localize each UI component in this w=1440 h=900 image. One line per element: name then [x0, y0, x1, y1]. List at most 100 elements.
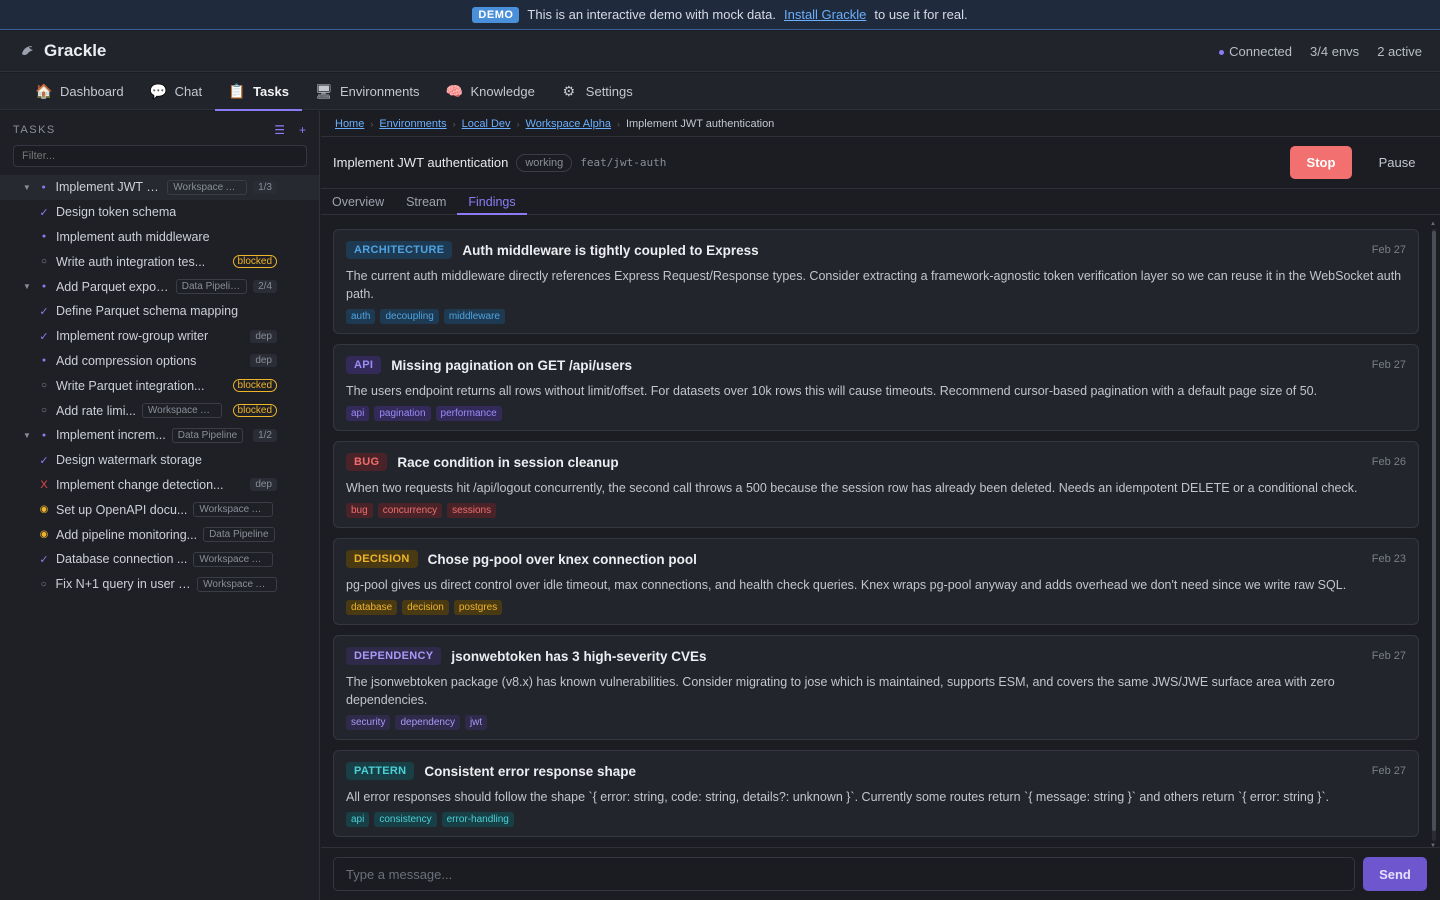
breadcrumb-link-home[interactable]: Home: [335, 118, 364, 130]
finding-tag[interactable]: pagination: [374, 406, 431, 421]
in-progress-dot-icon: ●: [41, 233, 47, 241]
subtask-count: 1/3: [253, 180, 277, 194]
finding-card[interactable]: BUG Race condition in session cleanup Feb …: [333, 441, 1419, 528]
chevron-down-icon[interactable]: ▼: [22, 282, 32, 291]
task-tree-item[interactable]: ✓ Design token schema: [0, 200, 319, 225]
tab-tasks[interactable]: 📋 Tasks: [215, 73, 302, 111]
monitor-icon: 🖥: [314, 83, 333, 99]
task-tree-item[interactable]: ✓ Design watermark storage: [0, 448, 319, 473]
finding-card[interactable]: DECISION Chose pg-pool over knex connecti…: [333, 538, 1419, 625]
dependency-badge: dep: [250, 329, 277, 343]
task-label: Design token schema: [56, 205, 177, 220]
pause-button[interactable]: Pause: [1366, 146, 1428, 179]
finding-tag[interactable]: concurrency: [377, 503, 443, 518]
chevron-down-icon[interactable]: ▼: [22, 431, 32, 440]
finding-date: Feb 27: [1371, 765, 1406, 777]
task-label: Set up OpenAPI docu...: [56, 502, 188, 517]
subtab-stream[interactable]: Stream: [395, 189, 457, 214]
finding-tag[interactable]: postgres: [453, 600, 503, 615]
task-tree-item[interactable]: ○ Write auth integration tes... blocked: [0, 249, 319, 274]
stop-button[interactable]: Stop: [1290, 146, 1352, 179]
finding-tag[interactable]: security: [346, 715, 391, 730]
tab-environments[interactable]: 🖥 Environments: [302, 73, 432, 110]
task-tree-item[interactable]: X Implement change detection... dep: [0, 473, 319, 498]
checkmark-icon: ✓: [39, 330, 49, 343]
task-tree-item[interactable]: ✓ Database connection ... Workspace Al...: [0, 547, 319, 572]
finding-card[interactable]: API Missing pagination on GET /api/users F…: [333, 344, 1419, 431]
finding-category-badge: BUG: [346, 453, 388, 471]
subtab-overview[interactable]: Overview: [321, 189, 395, 214]
finding-category-badge: DEPENDENCY: [346, 647, 442, 665]
finding-date: Feb 26: [1371, 456, 1406, 468]
finding-tag[interactable]: api: [346, 812, 370, 827]
send-button[interactable]: Send: [1363, 857, 1427, 891]
list-view-icon[interactable]: ☰: [274, 123, 285, 137]
chevron-down-icon[interactable]: ▼: [22, 183, 32, 192]
finding-tag[interactable]: performance: [435, 406, 502, 421]
brain-icon: 🧠: [445, 83, 463, 99]
finding-tag[interactable]: consistency: [374, 812, 437, 827]
finding-tag[interactable]: database: [346, 600, 398, 615]
finding-tag[interactable]: jwt: [464, 715, 488, 730]
add-task-icon[interactable]: +: [299, 123, 306, 137]
breadcrumb-link-local-dev[interactable]: Local Dev: [462, 118, 511, 130]
task-title: Implement JWT authentication: [333, 155, 509, 170]
task-tree-item[interactable]: ○ Add rate limi... Workspace Al... blocked: [0, 398, 319, 423]
finding-card[interactable]: DEPENDENCY jsonwebtoken has 3 high-severi…: [333, 635, 1419, 740]
status-badge: working: [516, 153, 573, 172]
breadcrumb-link-environments[interactable]: Environments: [379, 118, 446, 130]
tab-knowledge[interactable]: 🧠 Knowledge: [432, 73, 547, 110]
scrollbar-thumb[interactable]: [1432, 231, 1436, 831]
scroll-up-icon[interactable]: ▲: [1430, 221, 1436, 227]
finding-body: The users endpoint returns all rows with…: [346, 384, 1318, 398]
task-tree-item[interactable]: ▼ ● Implement increm... Data Pipeline 1/2: [0, 423, 319, 448]
task-tree-item[interactable]: ● Add compression options dep: [0, 349, 319, 374]
main-panel: Home › Environments › Local Dev › Workspace Al…: [321, 111, 1440, 900]
subtab-findings[interactable]: Findings: [457, 189, 527, 215]
tab-chat[interactable]: 💬 Chat: [137, 73, 215, 110]
task-tree-item[interactable]: ▼ ● Add Parquet expor... Data Pipeline 2/4: [0, 274, 319, 299]
task-tree-item[interactable]: ○ Write Parquet integration... blocked: [0, 373, 319, 398]
finding-title: Consistent error response shape: [424, 763, 636, 779]
task-tree-item[interactable]: ✓ Implement row-group writer dep: [0, 324, 319, 349]
finding-card[interactable]: ARCHITECTURE Auth middleware is tightly c…: [333, 229, 1419, 334]
message-input[interactable]: [333, 857, 1355, 891]
install-link[interactable]: Install Grackle: [784, 7, 866, 22]
finding-tag[interactable]: decoupling: [380, 309, 439, 324]
pending-circle-icon: ○: [40, 256, 48, 268]
findings-scrollbar[interactable]: ▲ ▼: [1430, 221, 1438, 849]
checkmark-icon: ✓: [39, 206, 49, 219]
main-nav: 🏠 Dashboard 💬 Chat 📋 Tasks 🖥 Environments 🧠 Knowl…: [0, 73, 1440, 111]
finding-tag[interactable]: auth: [346, 309, 376, 324]
task-tree-item[interactable]: ○ Fix N+1 query in user li... Workspace Al…: [0, 572, 319, 597]
workspace-tag: Data Pipeline: [203, 527, 275, 543]
finding-tag[interactable]: error-handling: [441, 812, 514, 827]
task-tree-item[interactable]: ▼ ● Implement JWT a... Workspace Al... 1/3: [0, 175, 319, 200]
workspace-tag: Workspace Al...: [197, 576, 277, 592]
finding-tag[interactable]: middleware: [443, 309, 505, 324]
task-label: Write Parquet integration...: [56, 378, 205, 393]
task-filter-input[interactable]: [13, 145, 307, 167]
grackle-bird-icon: [18, 42, 36, 60]
task-tree-item[interactable]: ◉ Add pipeline monitoring... Data Pipeline: [0, 522, 319, 547]
finding-category-badge: API: [346, 356, 382, 374]
task-tree-item[interactable]: ● Implement auth middleware: [0, 225, 319, 250]
task-tree-item[interactable]: ✓ Define Parquet schema mapping: [0, 299, 319, 324]
breadcrumb-link-workspace-alpha[interactable]: Workspace Alpha: [526, 118, 611, 130]
brand[interactable]: Grackle: [18, 41, 106, 61]
tab-dashboard[interactable]: 🏠 Dashboard: [22, 73, 137, 110]
finding-tag[interactable]: decision: [402, 600, 449, 615]
checkmark-icon: ✓: [39, 553, 49, 566]
finding-tag[interactable]: sessions: [447, 503, 497, 518]
task-tree-item[interactable]: ◉ Set up OpenAPI docu... Workspace Al...: [0, 497, 319, 522]
finding-tags: api pagination performance: [346, 406, 1406, 421]
task-label: Add compression options: [56, 353, 197, 368]
finding-card[interactable]: PATTERN Consistent error response shape Fe…: [333, 750, 1419, 837]
in-progress-dot-icon: ●: [41, 357, 47, 365]
task-label: Fix N+1 query in user li...: [55, 577, 192, 592]
workspace-tag: Data Pipeline: [175, 279, 248, 295]
finding-tag[interactable]: dependency: [395, 715, 460, 730]
finding-tag[interactable]: api: [346, 406, 370, 421]
finding-tag[interactable]: bug: [346, 503, 373, 518]
tab-settings[interactable]: ⚙ Settings: [548, 73, 646, 110]
